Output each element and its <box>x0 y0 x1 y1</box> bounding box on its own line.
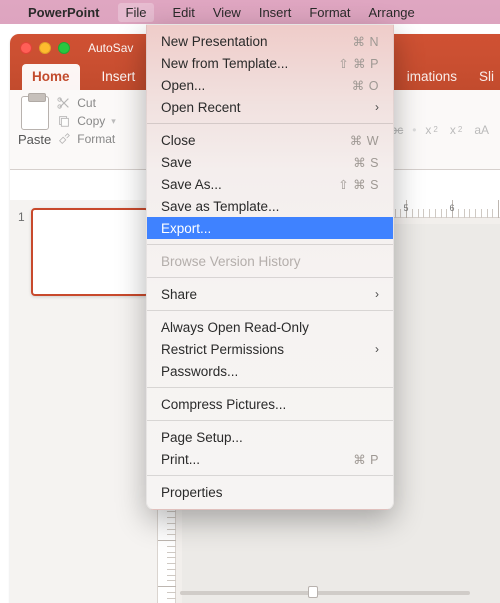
menu-item-shortcut: ⌘ S <box>353 155 379 170</box>
cut-label: Cut <box>77 96 96 110</box>
menu-item-label: Restrict Permissions <box>161 342 375 357</box>
menu-item-shortcut: ⌘ N <box>353 34 380 49</box>
slide-thumbnails-panel[interactable]: 1 <box>10 200 158 603</box>
menu-item-new-presentation[interactable]: New Presentation⌘ N <box>147 30 393 52</box>
menu-item-label: Browse Version History <box>161 254 379 269</box>
menubar-item-edit[interactable]: Edit <box>172 5 194 20</box>
menu-separator <box>147 277 393 278</box>
paste-button[interactable]: Paste <box>18 96 51 163</box>
menu-item-new-from-template[interactable]: New from Template...⇧ ⌘ P <box>147 52 393 74</box>
chevron-right-icon: › <box>375 342 379 356</box>
menu-item-label: Page Setup... <box>161 430 379 445</box>
menu-item-shortcut: ⌘ W <box>350 133 379 148</box>
copy-icon <box>57 114 71 128</box>
clipboard-icon <box>21 96 49 130</box>
menubar-item-view[interactable]: View <box>213 5 241 20</box>
tab-home[interactable]: Home <box>22 64 80 90</box>
menubar-app-name[interactable]: PowerPoint <box>28 5 100 20</box>
menu-item-always-open-read-only[interactable]: Always Open Read-Only <box>147 316 393 338</box>
menu-item-restrict-permissions[interactable]: Restrict Permissions› <box>147 338 393 360</box>
subscript-button[interactable]: x2 <box>447 121 465 139</box>
maximize-window-button[interactable] <box>58 42 70 54</box>
menu-item-print[interactable]: Print...⌘ P <box>147 448 393 470</box>
font-format-group: abc • x2 x2 aA <box>381 96 492 163</box>
menu-item-shortcut: ⇧ ⌘ S <box>338 177 379 192</box>
menu-item-shortcut: ⌘ P <box>353 452 379 467</box>
menu-item-label: Save as Template... <box>161 199 379 214</box>
menu-item-compress-pictures[interactable]: Compress Pictures... <box>147 393 393 415</box>
paintbrush-icon <box>57 132 71 146</box>
menu-item-save-as[interactable]: Save As...⇧ ⌘ S <box>147 173 393 195</box>
menu-item-save[interactable]: Save⌘ S <box>147 151 393 173</box>
tab-insert[interactable]: Insert <box>100 64 138 90</box>
menu-separator <box>147 387 393 388</box>
menu-item-share[interactable]: Share› <box>147 283 393 305</box>
menu-item-export[interactable]: Export... <box>147 217 393 239</box>
file-menu-dropdown: New Presentation⌘ NNew from Template...⇧… <box>146 24 394 510</box>
slide-number: 1 <box>18 208 25 224</box>
menu-item-label: Save <box>161 155 353 170</box>
menu-item-passwords[interactable]: Passwords... <box>147 360 393 382</box>
close-window-button[interactable] <box>20 42 32 54</box>
menu-item-open[interactable]: Open...⌘ O <box>147 74 393 96</box>
menu-item-properties[interactable]: Properties <box>147 481 393 503</box>
menu-item-label: Always Open Read-Only <box>161 320 379 335</box>
superscript-button[interactable]: x2 <box>422 121 440 139</box>
paste-label: Paste <box>18 132 51 147</box>
menu-item-browse-version-history: Browse Version History <box>147 250 393 272</box>
menubar-item-format[interactable]: Format <box>309 5 350 20</box>
menu-item-open-recent[interactable]: Open Recent› <box>147 96 393 118</box>
ruler-label: 5 <box>403 203 408 213</box>
menubar-item-arrange[interactable]: Arrange <box>369 5 415 20</box>
menu-item-label: New Presentation <box>161 34 353 49</box>
cut-button[interactable]: Cut <box>57 96 116 110</box>
menu-separator <box>147 475 393 476</box>
menu-item-label: Save As... <box>161 177 338 192</box>
chevron-right-icon: › <box>375 100 379 114</box>
menu-item-shortcut: ⌘ O <box>352 78 379 93</box>
format-painter-label: Format <box>77 132 115 146</box>
menu-item-label: Close <box>161 133 350 148</box>
copy-button[interactable]: Copy ▾ <box>57 114 116 128</box>
zoom-slider[interactable] <box>180 585 470 599</box>
menubar-item-file[interactable]: File <box>118 3 155 22</box>
menu-separator <box>147 244 393 245</box>
chevron-right-icon: › <box>375 287 379 301</box>
menu-item-label: Print... <box>161 452 353 467</box>
menu-item-label: Open Recent <box>161 100 375 115</box>
menu-item-close[interactable]: Close⌘ W <box>147 129 393 151</box>
menu-item-label: New from Template... <box>161 56 338 71</box>
zoom-knob[interactable] <box>308 586 318 598</box>
copy-label: Copy <box>77 114 105 128</box>
menu-item-label: Export... <box>161 221 379 236</box>
menu-item-label: Properties <box>161 485 379 500</box>
minimize-window-button[interactable] <box>39 42 51 54</box>
slide-preview[interactable] <box>31 208 149 296</box>
tab-partial[interactable]: Sli <box>477 64 496 90</box>
ruler-label: 6 <box>449 203 454 213</box>
menu-item-label: Share <box>161 287 375 302</box>
menu-item-page-setup[interactable]: Page Setup... <box>147 426 393 448</box>
traffic-lights <box>20 42 70 54</box>
menu-item-label: Open... <box>161 78 352 93</box>
menu-separator <box>147 420 393 421</box>
tab-partial[interactable]: imations <box>405 64 459 90</box>
macos-menubar: PowerPoint File Edit View Insert Format Arran… <box>0 0 500 24</box>
zoom-track <box>180 591 470 595</box>
slide-thumbnail-1[interactable]: 1 <box>18 208 149 296</box>
autosave-label: AutoSav <box>88 41 133 55</box>
menu-separator <box>147 123 393 124</box>
scissors-icon <box>57 96 71 110</box>
menu-item-save-as-template[interactable]: Save as Template... <box>147 195 393 217</box>
menu-item-label: Compress Pictures... <box>161 397 379 412</box>
change-case-button[interactable]: aA <box>471 121 492 139</box>
format-painter-button[interactable]: Format <box>57 132 116 146</box>
menubar-item-insert[interactable]: Insert <box>259 5 292 20</box>
menu-item-label: Passwords... <box>161 364 379 379</box>
menu-item-shortcut: ⇧ ⌘ P <box>338 56 379 71</box>
menu-separator <box>147 310 393 311</box>
